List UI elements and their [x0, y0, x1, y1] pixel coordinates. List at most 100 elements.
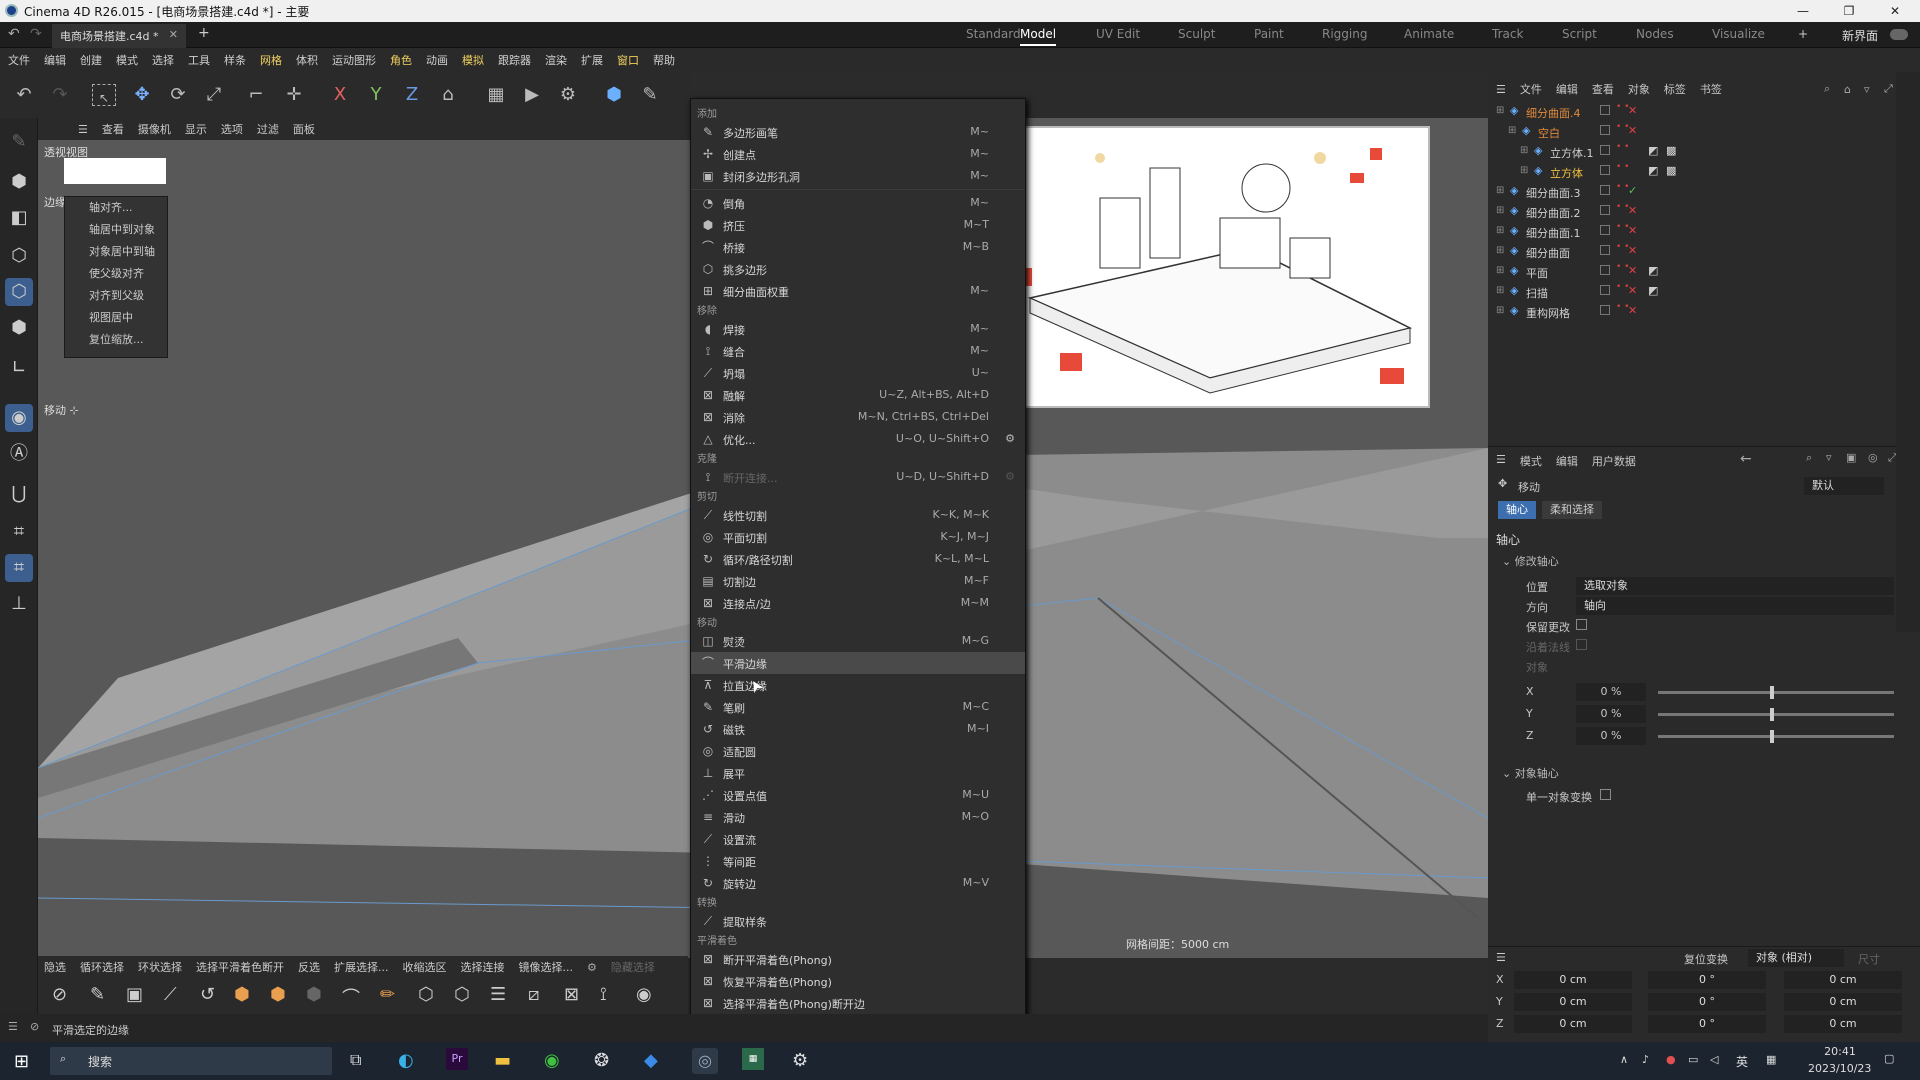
layer-icon[interactable] — [1600, 185, 1610, 195]
undo-icon[interactable]: ↶ — [10, 82, 38, 108]
layout-track[interactable]: Track — [1492, 27, 1523, 41]
axis-tool-icon[interactable]: ∟ — [5, 354, 33, 382]
menu-item-remove-2[interactable]: ⟋ 坍塌 U~ — [691, 362, 1025, 384]
keep-changes-checkbox[interactable] — [1576, 619, 1587, 630]
extrude-inner-icon[interactable]: ⬢ — [306, 984, 322, 1005]
hamburger-icon[interactable]: ☰ — [1496, 83, 1506, 96]
slider-handle[interactable] — [1770, 686, 1774, 699]
object-row[interactable]: ⊞ ◈ 立方体 • • ◩ ▩ — [1488, 162, 1920, 182]
disabled-x-icon[interactable]: ✕ — [1628, 244, 1637, 257]
cinema4d-taskbar-icon[interactable]: ◎ — [692, 1048, 718, 1074]
menu-item-add-1[interactable]: ✢ 创建点 M~ — [691, 143, 1025, 165]
layer-icon[interactable] — [1600, 125, 1610, 135]
x-axis-icon[interactable]: X — [326, 82, 354, 108]
menu-item-move-10[interactable]: ⋮ 等间距 — [691, 850, 1025, 872]
material-tag-icon[interactable]: ▩ — [1666, 164, 1676, 177]
knife-icon[interactable]: ⟋ — [164, 984, 177, 1005]
layer-icon[interactable] — [1600, 225, 1610, 235]
menu-mograph[interactable]: 运动图形 — [332, 52, 376, 68]
menu-item-move-3[interactable]: ✎ 笔刷 M~C — [691, 696, 1025, 718]
layout-nodes[interactable]: Nodes — [1636, 27, 1674, 41]
toggle-icon[interactable] — [1890, 29, 1908, 40]
menu-item-cut-4[interactable]: ⊠ 连接点/边 M~M — [691, 592, 1025, 614]
obj-menu-tags[interactable]: 标签 — [1664, 81, 1686, 97]
slider-track[interactable] — [1658, 691, 1894, 694]
windows-start-icon[interactable]: ⊞ — [14, 1051, 29, 1072]
align-normal-checkbox[interactable] — [1576, 639, 1587, 650]
layout-uv-edit[interactable]: UV Edit — [1096, 27, 1140, 41]
object-row[interactable]: ⊞ ◈ 细分曲面.3 • • ✓ — [1488, 182, 1920, 202]
menu-item-smooth-1[interactable]: ⊠ 恢复平滑着色(Phong) — [691, 970, 1025, 992]
hamburger-icon[interactable]: ☰ — [1496, 951, 1506, 964]
texture-mode-icon[interactable]: ◧ — [5, 204, 33, 232]
visibility-dots-icon[interactable]: • • — [1616, 163, 1629, 172]
feishu-icon[interactable]: ◆ — [644, 1050, 658, 1071]
snap-item-object-center[interactable]: 对象居中到轴 — [65, 241, 167, 263]
notification-icon[interactable]: ▢ — [1884, 1052, 1894, 1065]
expand-toggle-icon[interactable]: ⊞ — [1496, 185, 1504, 196]
coord-position-z[interactable]: 0 cm — [1514, 1015, 1632, 1033]
snap-item-reset-scale[interactable]: 复位缩放... — [65, 329, 167, 351]
object-row[interactable]: ⊞ ◈ 平面 • • ✕ ◩ — [1488, 262, 1920, 282]
pen-tool-icon[interactable]: ✎ — [5, 128, 33, 156]
slider-handle[interactable] — [1770, 730, 1774, 743]
home-icon[interactable]: ⌂ — [1844, 83, 1851, 96]
plane-cut-icon[interactable]: ⧄ — [528, 984, 539, 1005]
search-icon[interactable]: ⌕ — [1806, 451, 1812, 465]
obj-menu-object[interactable]: 对象 — [1628, 81, 1650, 97]
new-tab-button[interactable]: + — [198, 25, 210, 41]
menu-item-move-2[interactable]: ⊼ 拉直边缘 — [691, 674, 1025, 696]
tag-icon[interactable]: ◩ — [1648, 164, 1658, 177]
redo-icon[interactable]: ↷ — [46, 82, 74, 108]
menu-item-remove-0[interactable]: ◖ 焊接 M~ — [691, 318, 1025, 340]
stitch-icon[interactable]: ⟟ — [600, 984, 607, 1005]
brush-icon[interactable]: ✏ — [380, 984, 395, 1005]
menu-icon[interactable]: ☰ — [8, 1020, 18, 1033]
snap-item-axis-center[interactable]: 轴居中到对象 — [65, 219, 167, 241]
select-cmd-3[interactable]: 选择平滑着色断开 — [196, 959, 284, 975]
file-explorer-icon[interactable]: ▬ — [494, 1050, 511, 1071]
network-icon[interactable]: ▭ — [1688, 1053, 1698, 1066]
extrude-icon[interactable]: ⬢ — [270, 984, 286, 1005]
layer-icon[interactable] — [1600, 305, 1610, 315]
expand-toggle-icon[interactable]: ⊞ — [1508, 125, 1516, 136]
tray-expand-icon[interactable]: ∧ — [1620, 1053, 1628, 1066]
coord-position-x[interactable]: 0 cm — [1514, 971, 1632, 989]
y-axis-icon[interactable]: Y — [362, 82, 390, 108]
axis-value-y[interactable]: 0 % — [1576, 705, 1646, 723]
layer-icon[interactable] — [1600, 265, 1610, 275]
bridge-icon[interactable]: ⌒ — [342, 984, 360, 1010]
points-mode-icon[interactable]: ⬡ — [5, 242, 33, 270]
menu-item-move-0[interactable]: ◫ 熨烫 M~G — [691, 630, 1025, 652]
menu-mode[interactable]: 模式 — [116, 52, 138, 68]
layout-animate[interactable]: Animate — [1404, 27, 1454, 41]
slide-icon[interactable]: ⬡ — [454, 984, 470, 1005]
attr-menu-mode[interactable]: 模式 — [1520, 453, 1542, 469]
menu-item-add2-2[interactable]: ⌒ 桥接 M~B — [691, 236, 1025, 258]
select-cmd-0[interactable]: 隐选 — [44, 959, 66, 975]
menu-edit[interactable]: 编辑 — [44, 52, 66, 68]
menu-item-move-6[interactable]: ⊥ 展平 — [691, 762, 1025, 784]
menu-item-remove-3[interactable]: ⊠ 融解 U~Z, Alt+BS, Alt+D — [691, 384, 1025, 406]
solo-icon[interactable]: ◉ — [5, 404, 33, 432]
menu-item-add2-1[interactable]: ⬢ 挤压 M~T — [691, 214, 1025, 236]
pen-icon[interactable]: ✎ — [636, 82, 664, 108]
redo-icon[interactable]: ↷ — [30, 26, 42, 42]
menu-item-cut-0[interactable]: ⟋ 线性切割 K~K, M~K — [691, 504, 1025, 526]
menu-render[interactable]: 渲染 — [545, 52, 567, 68]
workplane-icon[interactable]: ⌗ — [5, 518, 33, 546]
single-transform-checkbox[interactable] — [1600, 789, 1611, 800]
axis-value-z[interactable]: 0 % — [1576, 727, 1646, 745]
expand-toggle-icon[interactable]: ⊞ — [1496, 285, 1504, 296]
render-region-icon[interactable]: ▦ — [482, 82, 510, 108]
app-icon[interactable]: ❂ — [594, 1050, 609, 1071]
menu-tracker[interactable]: 跟踪器 — [498, 52, 531, 68]
gear-icon[interactable]: ⚙ — [587, 961, 597, 974]
reset-transform-button[interactable]: 复位变换 — [1684, 951, 1728, 967]
menu-file[interactable]: 文件 — [8, 52, 30, 68]
expand-toggle-icon[interactable]: ⊞ — [1496, 205, 1504, 216]
disabled-x-icon[interactable]: ✕ — [1628, 264, 1637, 277]
menu-select[interactable]: 选择 — [152, 52, 174, 68]
layout-sculpt[interactable]: Sculpt — [1178, 27, 1215, 41]
disabled-x-icon[interactable]: ✕ — [1628, 204, 1637, 217]
